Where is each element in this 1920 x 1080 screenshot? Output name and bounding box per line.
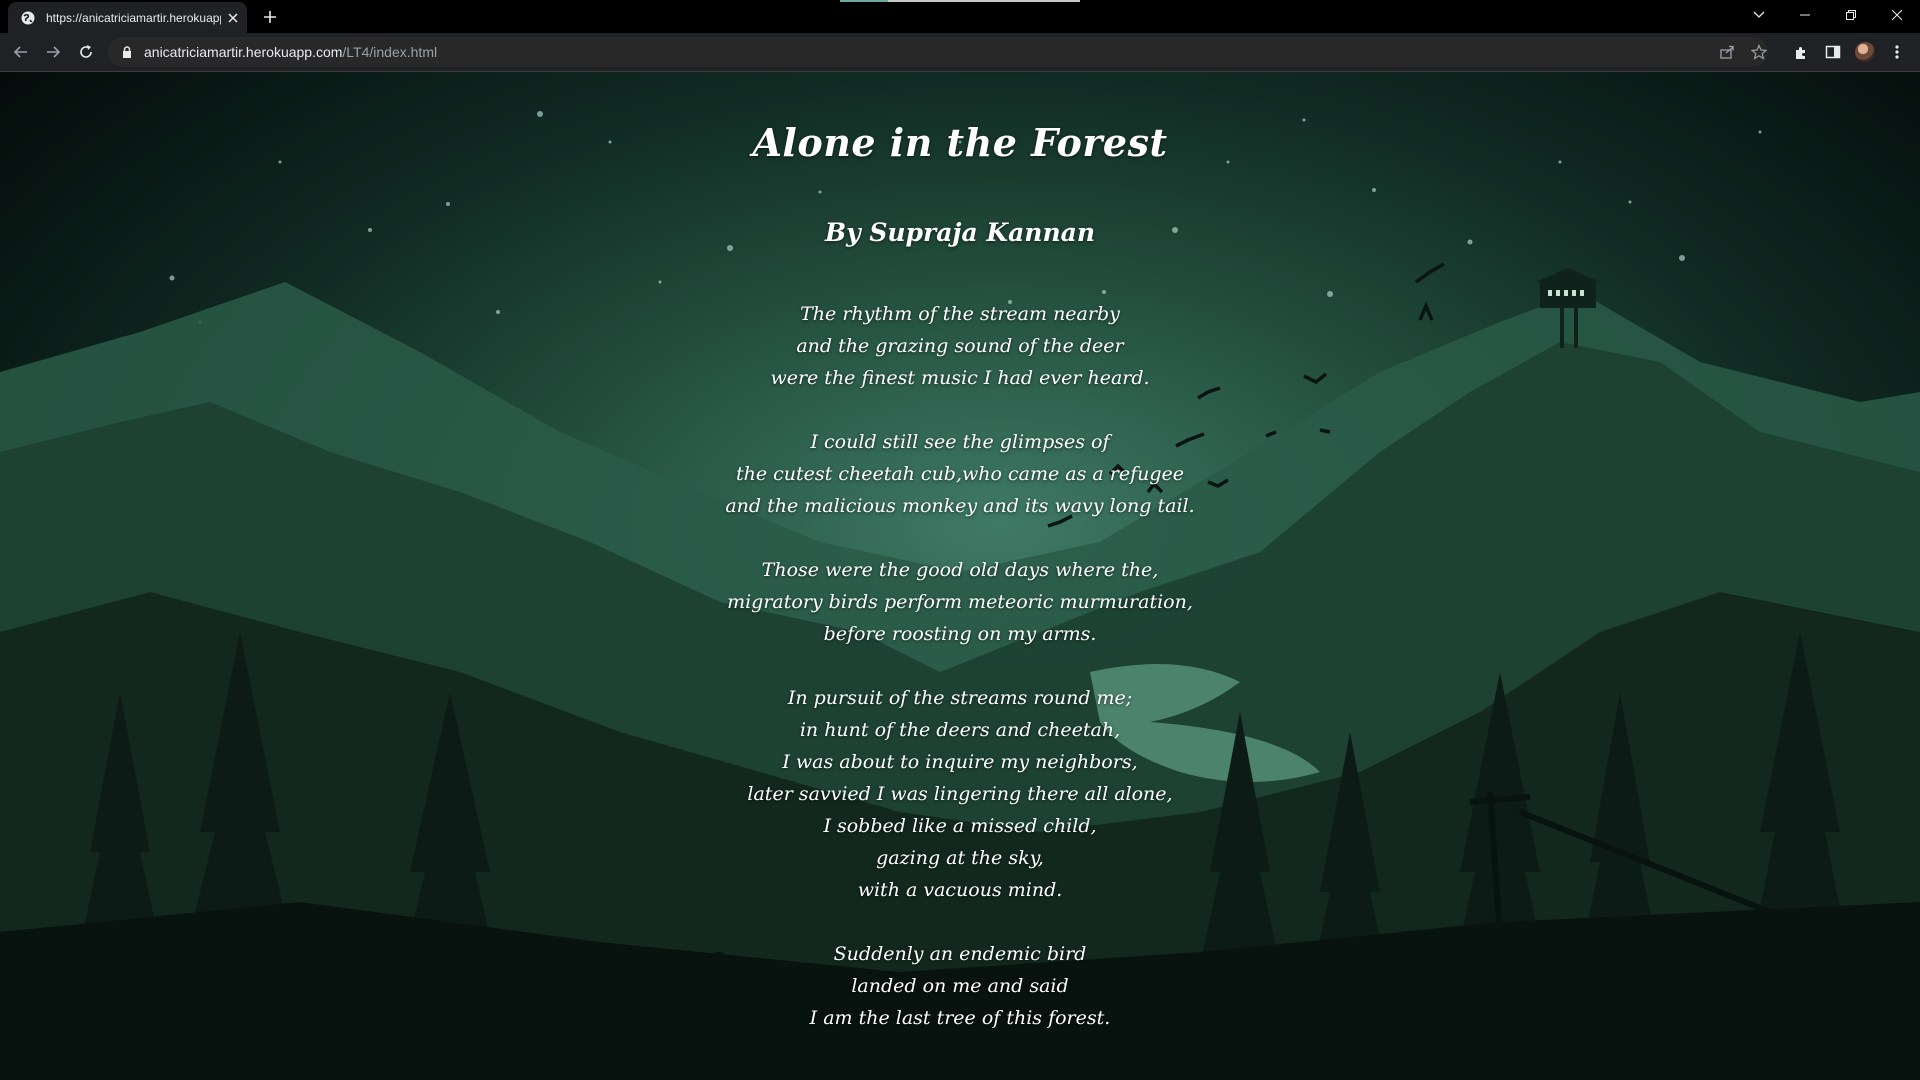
reload-icon[interactable]: [76, 42, 96, 62]
poem-line: were the finest music I had ever heard.: [770, 367, 1150, 389]
poem-line: Suddenly an endemic bird: [833, 943, 1087, 965]
poem-line: landed on me and said: [851, 975, 1069, 997]
poem-line: I am the last tree of this forest.: [809, 1007, 1111, 1029]
close-window-button[interactable]: [1874, 0, 1920, 30]
back-arrow-icon[interactable]: [11, 42, 31, 62]
share-icon[interactable]: [1718, 43, 1736, 61]
restore-button[interactable]: [1828, 0, 1874, 30]
stanza: The rhythm of the stream nearby and the …: [0, 298, 1920, 394]
lock-icon[interactable]: [120, 45, 134, 59]
poem-line: the cutest cheetah cub,who came as a ref…: [735, 463, 1184, 485]
poem-line: later savvied I was lingering there all …: [747, 783, 1173, 805]
window-controls: [1736, 0, 1920, 30]
poem-line: The rhythm of the stream nearby: [800, 303, 1120, 325]
side-panel-icon[interactable]: [1823, 42, 1843, 62]
browser-tab[interactable]: https://anicatriciamartir.herokuapp.com/…: [8, 2, 247, 33]
tab-search-icon[interactable]: [1736, 0, 1782, 30]
poem-line: Those were the good old days where the,: [761, 559, 1159, 581]
poem-line: and the grazing sound of the deer: [796, 335, 1124, 357]
poem-author: By Supraja Kannan: [824, 218, 1096, 247]
poem-line: In pursuit of the streams round me;: [787, 687, 1133, 709]
address-bar[interactable]: anicatriciamartir.herokuapp.com/LT4/inde…: [108, 37, 1768, 67]
poem-line: I was about to inquire my neighbors,: [782, 751, 1138, 773]
poem-line: in hunt of the deers and cheetah,: [799, 719, 1121, 741]
url-text: anicatriciamartir.herokuapp.com/LT4/inde…: [144, 44, 437, 60]
poem-line: before roosting on my arms.: [823, 623, 1097, 645]
new-tab-button[interactable]: [260, 7, 280, 27]
poem-line: I could still see the glimpses of: [810, 431, 1110, 453]
menu-kebab-icon[interactable]: [1887, 42, 1907, 62]
poem-line: I sobbed like a missed child,: [823, 815, 1097, 837]
tab-title: https://anicatriciamartir.herokuapp.com/…: [46, 10, 221, 25]
stanza: I could still see the glimpses of the cu…: [0, 426, 1920, 522]
url-host: anicatriciamartir.herokuapp.com: [144, 44, 343, 60]
globe-icon: [20, 10, 36, 26]
url-path: /LT4/index.html: [342, 44, 438, 60]
poem-line: gazing at the sky,: [876, 847, 1044, 869]
poem-line: with a vacuous mind.: [857, 879, 1063, 901]
loading-indicator: [840, 0, 1080, 2]
stanza: Suddenly an endemic bird landed on me an…: [0, 938, 1920, 1034]
poem-line: migratory birds perform meteoric murmura…: [727, 591, 1193, 613]
profile-avatar-icon[interactable]: [1855, 42, 1875, 62]
poem-line: and the malicious monkey and its wavy lo…: [725, 495, 1195, 517]
forward-arrow-icon[interactable]: [43, 42, 63, 62]
close-tab-icon[interactable]: [225, 10, 241, 26]
stanza: Those were the good old days where the, …: [0, 554, 1920, 650]
bookmark-star-icon[interactable]: [1750, 43, 1768, 61]
minimize-button[interactable]: [1782, 0, 1828, 30]
tab-strip: https://anicatriciamartir.herokuapp.com/…: [0, 0, 1920, 33]
extensions-icon[interactable]: [1791, 42, 1811, 62]
stanza: In pursuit of the streams round me; in h…: [0, 682, 1920, 906]
page-viewport: Alone in the Forest By Supraja Kannan Th…: [0, 72, 1920, 1080]
poem-title: Alone in the Forest: [752, 120, 1168, 165]
browser-toolbar: anicatriciamartir.herokuapp.com/LT4/inde…: [0, 33, 1920, 72]
